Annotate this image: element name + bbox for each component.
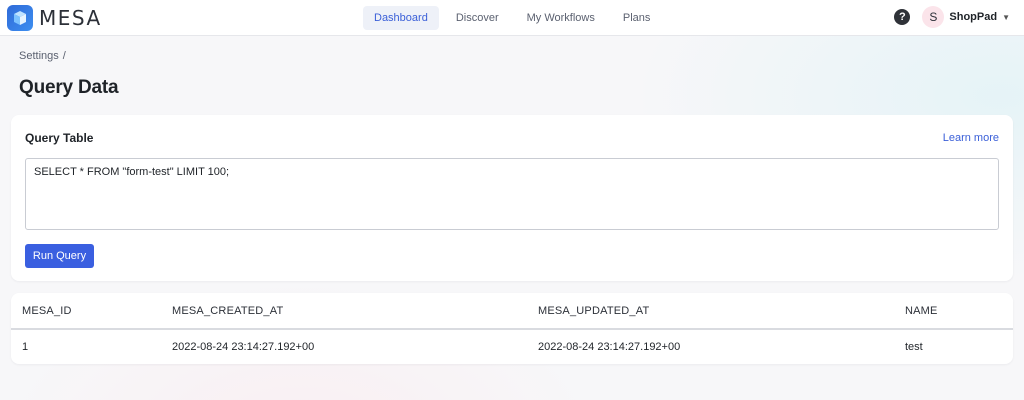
tab-my-workflows[interactable]: My Workflows (516, 6, 606, 30)
breadcrumb-settings[interactable]: Settings (19, 50, 59, 62)
caret-down-icon[interactable]: ▼ (1002, 13, 1010, 22)
account-name[interactable]: ShopPad (949, 11, 997, 23)
results-card: MESA_ID MESA_CREATED_AT MESA_UPDATED_AT … (11, 293, 1013, 364)
table-cell: 2022-08-24 23:14:27.192+00 (172, 341, 315, 353)
learn-more-link[interactable]: Learn more (943, 132, 999, 144)
top-navbar: MESA Dashboard Discover My Workflows Pla… (0, 0, 1024, 36)
query-card: Query Table Learn more SELECT * FROM "fo… (11, 115, 1013, 281)
table-cell: 1 (22, 341, 29, 353)
page-content: Settings / Query Data Query Table Learn m… (0, 36, 1024, 400)
page-title: Query Data (19, 77, 119, 98)
header-tools: ? S ShopPad ▼ (894, 6, 1010, 28)
breadcrumb: Settings / (19, 50, 66, 62)
tab-dashboard[interactable]: Dashboard (363, 6, 439, 30)
results-table: MESA_ID MESA_CREATED_AT MESA_UPDATED_AT … (11, 293, 1013, 364)
cube-icon (7, 5, 33, 31)
table-header-row: MESA_ID MESA_CREATED_AT MESA_UPDATED_AT … (11, 293, 1013, 330)
table-cell: test (905, 341, 923, 353)
main-nav: Dashboard Discover My Workflows Plans (363, 6, 667, 30)
help-circle-icon[interactable]: ? (894, 9, 911, 25)
column-header: MESA_CREATED_AT (161, 293, 527, 330)
tab-plans[interactable]: Plans (612, 6, 662, 30)
run-query-button[interactable]: Run Query (25, 244, 94, 268)
table-row: 1 2022-08-24 23:14:27.192+00 2022-08-24 … (11, 329, 1013, 364)
column-header: MESA_ID (11, 293, 161, 330)
tab-discover[interactable]: Discover (445, 6, 510, 30)
breadcrumb-separator: / (62, 50, 66, 62)
brand[interactable]: MESA (7, 5, 102, 31)
query-card-title: Query Table (25, 131, 94, 145)
table-cell: 2022-08-24 23:14:27.192+00 (538, 341, 681, 353)
column-header: NAME (894, 293, 1013, 330)
brand-name: MESA (39, 6, 102, 30)
sql-query-input[interactable]: SELECT * FROM "form-test" LIMIT 100; (25, 158, 999, 230)
column-header: MESA_UPDATED_AT (527, 293, 894, 330)
avatar[interactable]: S (922, 6, 945, 28)
